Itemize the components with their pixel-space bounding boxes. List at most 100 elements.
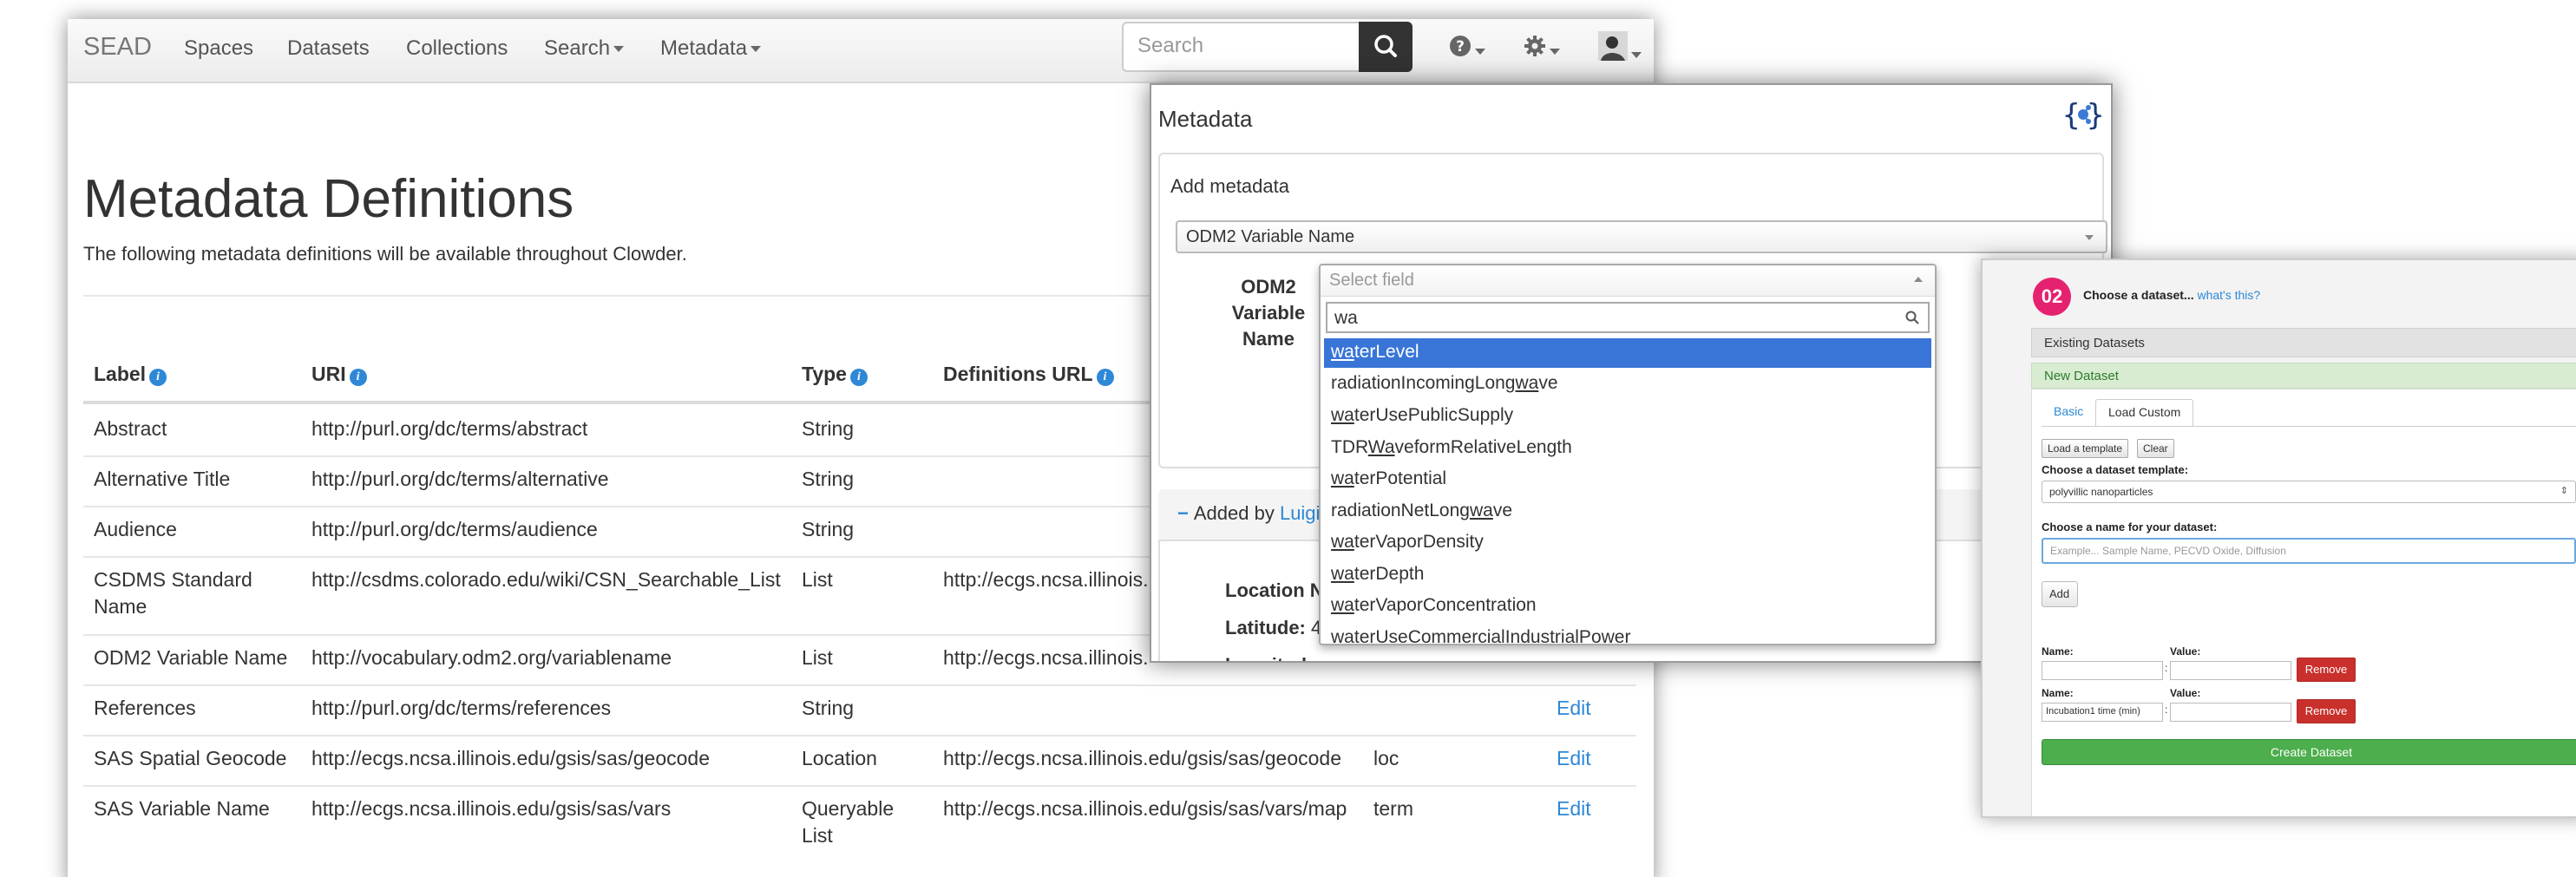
name-field[interactable]: Incubation1 time (min): [2042, 703, 2163, 722]
cell-label: Alternative Title: [94, 468, 231, 490]
edit-link[interactable]: Edit: [1557, 695, 1591, 722]
cell-query: loc: [1373, 747, 1399, 769]
cell-query: term: [1373, 797, 1413, 820]
metadata-definition-select[interactable]: ODM2 Variable Name: [1176, 220, 2107, 253]
info-icon[interactable]: i: [849, 369, 868, 386]
dropdown-option[interactable]: radiationNetLongwave: [1324, 497, 1931, 527]
dropdown-option[interactable]: radiationIncomingLongwave: [1324, 370, 1931, 399]
dropdown-option[interactable]: waterPotential: [1324, 465, 1931, 494]
field-select-dropdown[interactable]: Select field wa waterLevel radiationInco…: [1319, 264, 1937, 645]
help-menu[interactable]: ?: [1449, 35, 1485, 63]
chevron-down-icon: [613, 46, 625, 53]
row-divider: [83, 735, 1636, 736]
tab-basic[interactable]: Basic: [2042, 399, 2095, 423]
author-link[interactable]: Luigi: [1280, 502, 1320, 524]
remove-button[interactable]: Remove: [2297, 658, 2356, 682]
cell-type: String: [802, 518, 855, 540]
search-input[interactable]: Search: [1122, 22, 1359, 72]
separator: :: [2165, 704, 2168, 716]
chevron-down-icon: [1631, 51, 1642, 58]
dataset-name-input[interactable]: Example... Sample Name, PECVD Oxide, Dif…: [2042, 538, 2576, 564]
info-icon[interactable]: i: [349, 369, 367, 386]
cell-type: List: [802, 646, 833, 669]
step-badge: 02: [2033, 278, 2071, 316]
collapse-icon[interactable]: −: [1177, 502, 1189, 524]
navbar: SEAD Spaces Datasets Collections Search …: [68, 19, 1654, 83]
nav-collections[interactable]: Collections: [406, 36, 508, 61]
create-dataset-button[interactable]: Create Dataset: [2042, 739, 2576, 765]
chevron-down-icon: [1550, 48, 1560, 55]
field-select[interactable]: Select field: [1321, 265, 1935, 297]
cell-type: String: [802, 468, 855, 490]
step-title: Choose a dataset... what's this?: [2083, 288, 2261, 302]
added-by-text: − Added by Luigi: [1177, 502, 1321, 524]
page-title: Metadata Definitions: [83, 169, 574, 229]
chevron-down-icon: [751, 46, 762, 53]
info-icon[interactable]: i: [149, 369, 167, 386]
name-key-label: Name:: [2042, 687, 2074, 699]
cell-label: References: [94, 697, 196, 719]
dropdown-search-input[interactable]: wa: [1326, 302, 1930, 333]
chevron-up-icon: [1914, 277, 1923, 282]
cell-label: Audience: [94, 518, 177, 540]
create-dataset-window: 02 Choose a dataset... what's this? Exis…: [1981, 259, 2576, 818]
value-field[interactable]: [2170, 661, 2291, 680]
cell-uri: http://csdms.colorado.edu/wiki/CSN_Searc…: [311, 568, 781, 591]
cell-type: Queryable List: [802, 797, 895, 847]
cell-uri: http://purl.org/dc/terms/alternative: [311, 468, 609, 490]
svg-text:}: }: [2087, 98, 2104, 133]
gear-icon: [1524, 36, 1545, 56]
dropdown-option[interactable]: TDRWaveformRelativeLength: [1324, 434, 1931, 463]
existing-datasets-header[interactable]: Existing Datasets: [2031, 328, 2576, 357]
edit-link[interactable]: Edit: [1557, 795, 1591, 822]
template-select[interactable]: polyvillic nanoparticles ⇕: [2042, 481, 2576, 503]
longitude-label: Longitude:: [1225, 654, 1324, 661]
field-label: ODM2 Variable Name: [1231, 276, 1306, 350]
column-header-uri: URI i: [311, 363, 367, 386]
edit-link[interactable]: Edit: [1557, 745, 1591, 772]
new-dataset-header[interactable]: New Dataset: [2031, 363, 2576, 389]
brand-logo[interactable]: SEAD: [83, 33, 152, 62]
app-logo-icon: { }: [2062, 98, 2104, 133]
info-icon[interactable]: i: [1096, 369, 1114, 386]
cell-definitions-url: http://ecgs.ncsa.illinois.: [943, 568, 1149, 591]
value-field[interactable]: [2170, 703, 2291, 722]
nav-datasets[interactable]: Datasets: [287, 36, 370, 61]
dropdown-option[interactable]: waterVaporConcentration: [1324, 592, 1931, 621]
add-metadata-label: Add metadata: [1170, 175, 1289, 197]
remove-button[interactable]: Remove: [2297, 699, 2356, 723]
whats-this-link[interactable]: what's this?: [2197, 288, 2260, 302]
svg-text:{: {: [2062, 98, 2080, 133]
row-divider: [83, 785, 1636, 787]
search-button[interactable]: [1359, 22, 1413, 72]
dropdown-option[interactable]: waterUseCommercialIndustrialPower: [1324, 624, 1931, 644]
dropdown-option[interactable]: waterDepth: [1324, 560, 1931, 590]
cell-uri: http://purl.org/dc/terms/audience: [311, 518, 598, 540]
column-header-label: Label i: [94, 363, 167, 386]
cell-type: List: [802, 568, 833, 591]
cell-label: Abstract: [94, 417, 167, 440]
add-button[interactable]: Add: [2042, 581, 2078, 607]
nav-spaces[interactable]: Spaces: [184, 36, 253, 61]
tab-load-custom[interactable]: Load Custom: [2095, 399, 2194, 427]
screenshot-stage: SEAD Spaces Datasets Collections Search …: [0, 0, 2576, 877]
location-label: Location N: [1225, 579, 1324, 601]
dropdown-option[interactable]: waterVaporDensity: [1324, 528, 1931, 558]
user-menu[interactable]: [1598, 31, 1642, 67]
nav-search-menu[interactable]: Search: [544, 36, 625, 61]
latitude-row: Latitude: 4: [1225, 617, 1322, 638]
cell-type: String: [802, 417, 855, 440]
nav-metadata-menu[interactable]: Metadata: [660, 36, 762, 61]
cell-definitions-url: http://ecgs.ncsa.illinois.: [943, 646, 1149, 669]
settings-menu[interactable]: [1524, 35, 1560, 63]
dialog-title: Metadata: [1158, 106, 1253, 132]
name-field[interactable]: [2042, 661, 2163, 680]
cell-definitions-url: http://ecgs.ncsa.illinois.edu/gsis/sas/g…: [943, 747, 1341, 769]
clear-button[interactable]: Clear: [2137, 439, 2174, 458]
cell-uri: http://ecgs.ncsa.illinois.edu/gsis/sas/v…: [311, 797, 672, 820]
template-label: Choose a dataset template:: [2042, 463, 2189, 476]
load-template-button[interactable]: Load a template: [2042, 439, 2129, 458]
value-key-label: Value:: [2170, 645, 2201, 658]
dropdown-option[interactable]: waterLevel: [1324, 338, 1931, 368]
dropdown-option[interactable]: waterUsePublicSupply: [1324, 402, 1931, 431]
